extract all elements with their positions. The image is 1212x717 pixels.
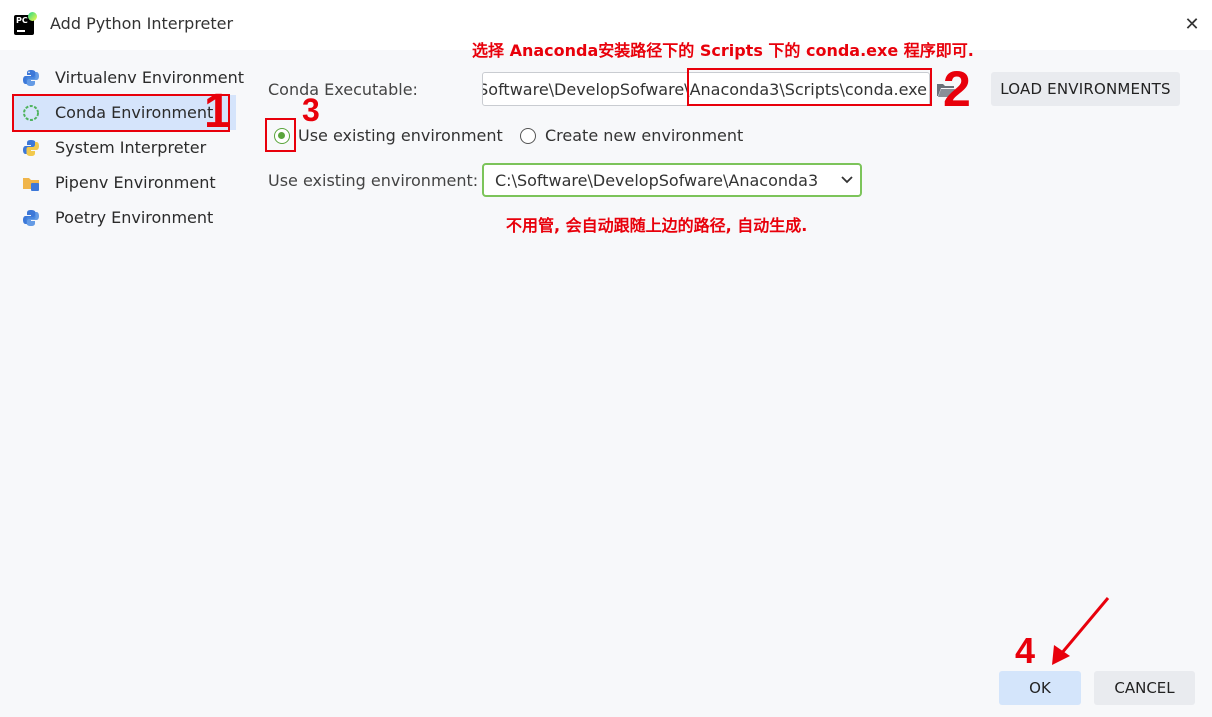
annotation-note-top: 选择 Anaconda安装路径下的 Scripts 下的 conda.exe 程… — [472, 41, 974, 60]
existing-env-select[interactable]: C:\Software\DevelopSofware\Anaconda3 — [482, 163, 862, 197]
python-icon — [23, 69, 39, 86]
python-icon — [23, 209, 39, 226]
pipenv-folder-icon — [23, 177, 39, 191]
chevron-down-icon — [841, 176, 853, 184]
sidebar-item-poetry[interactable]: Poetry Environment — [14, 200, 236, 235]
cancel-button[interactable]: CANCEL — [1094, 671, 1195, 705]
pycharm-logo-icon: PC — [14, 12, 37, 35]
sidebar-item-label: Pipenv Environment — [55, 173, 216, 192]
sidebar-item-label: System Interpreter — [55, 138, 207, 157]
conda-executable-label: Conda Executable: — [268, 80, 418, 99]
window-title: Add Python Interpreter — [50, 14, 234, 33]
annotation-arrow — [1052, 597, 1110, 665]
load-environments-button[interactable]: LOAD ENVIRONMENTS — [991, 72, 1180, 106]
annotation-box-conda — [12, 94, 230, 132]
annotation-number-4: 4 — [1015, 630, 1036, 671]
sidebar-item-label: Poetry Environment — [55, 208, 214, 227]
ok-button[interactable]: OK — [999, 671, 1081, 705]
annotation-number-3: 3 — [302, 92, 320, 128]
existing-env-value: C:\Software\DevelopSofware\Anaconda3 — [495, 171, 819, 190]
existing-env-label: Use existing environment: — [268, 171, 479, 190]
create-new-radio[interactable] — [520, 128, 536, 144]
sidebar-item-system-interpreter[interactable]: System Interpreter — [14, 130, 236, 165]
use-existing-radio-label[interactable]: Use existing environment — [298, 126, 503, 145]
annotation-box-radio — [265, 118, 296, 152]
annotation-box-exe — [687, 68, 932, 106]
annotation-number-2: 2 — [943, 61, 971, 117]
python-icon — [23, 139, 39, 156]
annotation-note-mid: 不用管, 会自动跟随上边的路径, 自动生成. — [506, 216, 808, 235]
close-icon[interactable]: ✕ — [1180, 13, 1204, 37]
annotation-number-1: 1 — [204, 85, 231, 138]
sidebar-item-pipenv[interactable]: Pipenv Environment — [14, 165, 236, 200]
sidebar-item-virtualenv[interactable]: Virtualenv Environment — [14, 60, 244, 95]
sidebar: Virtualenv Environment Conda Environment… — [0, 50, 244, 717]
create-new-radio-label[interactable]: Create new environment — [545, 126, 743, 145]
